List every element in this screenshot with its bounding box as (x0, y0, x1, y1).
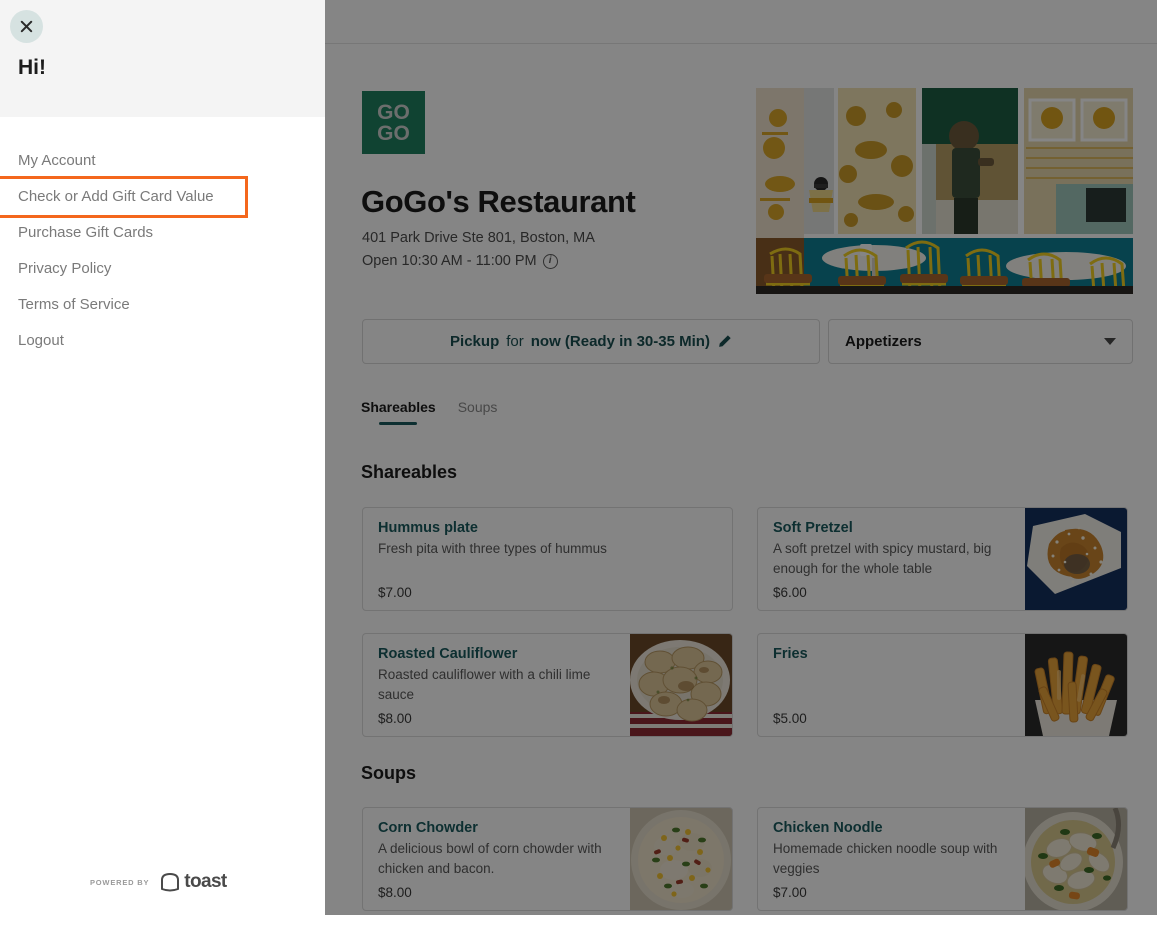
account-drawer: Hi! My Account Check or Add Gift Card Va… (0, 0, 325, 915)
menu-item-privacy-policy[interactable]: Privacy Policy (0, 251, 325, 287)
menu-item-my-account[interactable]: My Account (0, 143, 325, 179)
drawer-greeting: Hi! (18, 56, 46, 80)
toast-bread-icon (159, 872, 181, 892)
drawer-footer: POWERED BY toast (0, 871, 325, 915)
menu-item-terms-of-service[interactable]: Terms of Service (0, 287, 325, 323)
menu-item-logout[interactable]: Logout (0, 323, 325, 359)
menu-item-purchase-gift-cards[interactable]: Purchase Gift Cards (0, 215, 325, 251)
close-icon[interactable] (10, 10, 43, 43)
menu-item-check-or-add-gift-card-value[interactable]: Check or Add Gift Card Value (0, 179, 245, 215)
drawer-header: Hi! (0, 0, 325, 117)
toast-wordmark: toast (184, 871, 226, 893)
powered-by-label: POWERED BY (90, 878, 149, 887)
toast-logo: toast (159, 871, 226, 893)
drawer-menu-list: My Account Check or Add Gift Card Value … (0, 117, 325, 871)
